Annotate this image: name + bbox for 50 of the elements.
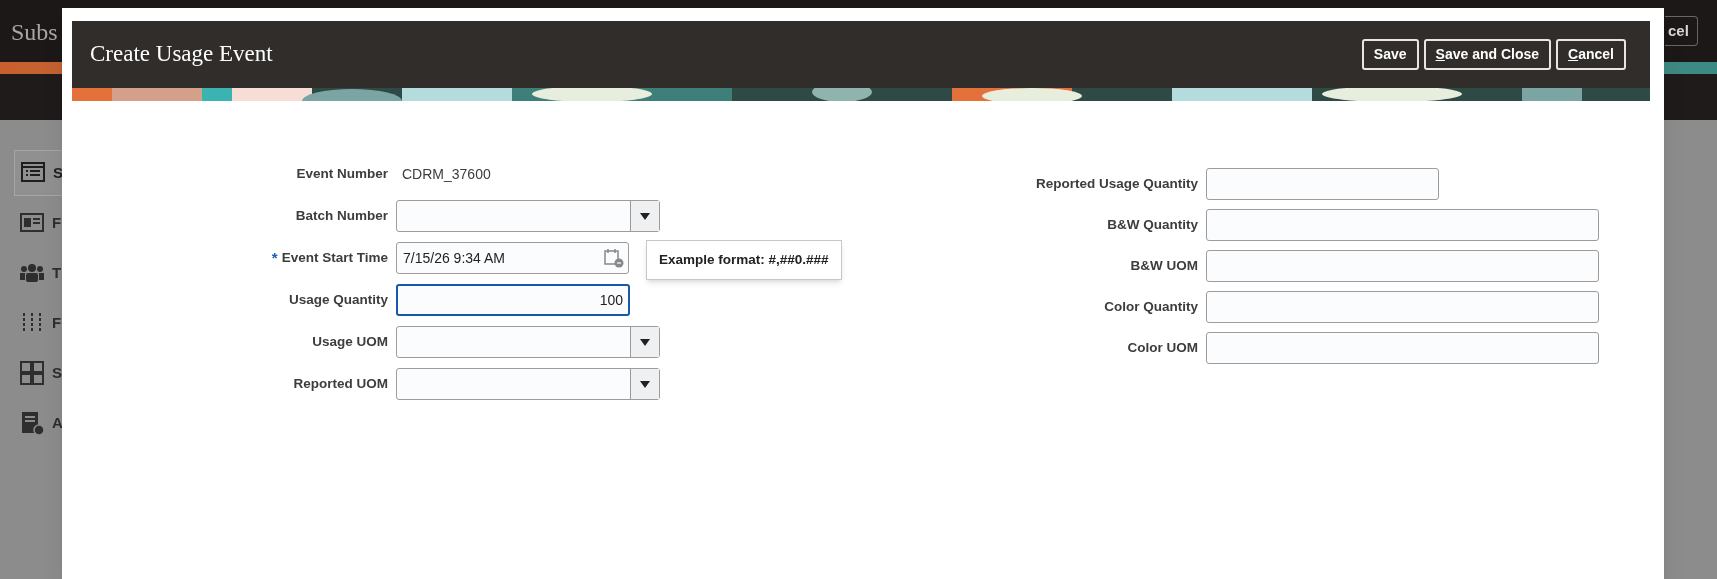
- input-field[interactable]: [1206, 332, 1599, 364]
- dropdown-field[interactable]: [396, 368, 660, 400]
- sidebar-label: F: [52, 312, 62, 333]
- sidebar-item[interactable]: F: [14, 200, 74, 246]
- input-field[interactable]: [1206, 209, 1599, 241]
- sidebar-item[interactable]: S: [14, 350, 74, 396]
- dialog-title: Create Usage Event: [90, 40, 273, 69]
- date-field[interactable]: 7/15/26 9:34 AM: [396, 242, 629, 274]
- sidebar-item[interactable]: A: [14, 400, 74, 446]
- page-title: Subs: [11, 18, 58, 47]
- input-field[interactable]: [1206, 291, 1599, 323]
- field-label: B&W UOM: [1129, 256, 1198, 275]
- sidebar-item[interactable]: F: [14, 300, 74, 346]
- dropdown-button[interactable]: [630, 369, 659, 399]
- caret-icon: [640, 380, 650, 388]
- caret-icon: [640, 338, 650, 346]
- grid-icon: [18, 359, 46, 387]
- field-label: Event Start Time: [281, 248, 388, 267]
- sidebar-label: A: [52, 412, 63, 433]
- dialog-button[interactable]: Cancel: [1556, 39, 1626, 70]
- field-label: Event Number: [296, 164, 388, 183]
- field-label: Batch Number: [295, 206, 388, 225]
- dialog-button[interactable]: Save and Close: [1423, 39, 1552, 70]
- tooltip: Example format: #,##0.###: [646, 240, 842, 280]
- calendar-icon[interactable]: [604, 248, 624, 268]
- field-value: 7/15/26 9:34 AM: [403, 248, 506, 268]
- sidebar-label: S: [53, 162, 63, 183]
- required-mark: *: [271, 247, 278, 268]
- input-field[interactable]: [1206, 250, 1599, 282]
- field-label: Reported Usage Quantity: [1034, 174, 1198, 193]
- caret-icon: [640, 212, 650, 220]
- field-label: B&W Quantity: [1106, 215, 1198, 234]
- number-field[interactable]: 100: [396, 284, 630, 316]
- header-action-button[interactable]: cel: [1665, 16, 1698, 46]
- dropdown-field[interactable]: [396, 326, 660, 358]
- field-label: Usage UOM: [312, 332, 388, 351]
- dropdown-field[interactable]: [396, 200, 660, 232]
- dialog-button[interactable]: Save: [1361, 39, 1419, 70]
- sidebar-label: F: [52, 212, 62, 233]
- dropdown-button[interactable]: [630, 327, 659, 357]
- field-value: CDRM_37600: [401, 164, 491, 184]
- field-label: Color Quantity: [1103, 297, 1198, 316]
- field-label: Color UOM: [1126, 338, 1198, 357]
- sidebar-item[interactable]: T: [14, 250, 74, 296]
- input-field[interactable]: [1206, 168, 1439, 200]
- field-label: Usage Quantity: [288, 290, 388, 309]
- sidebar-label: T: [52, 262, 62, 283]
- field-label: Reported UOM: [293, 374, 388, 393]
- dropdown-button[interactable]: [630, 201, 659, 231]
- sidebar-label: S: [52, 362, 62, 383]
